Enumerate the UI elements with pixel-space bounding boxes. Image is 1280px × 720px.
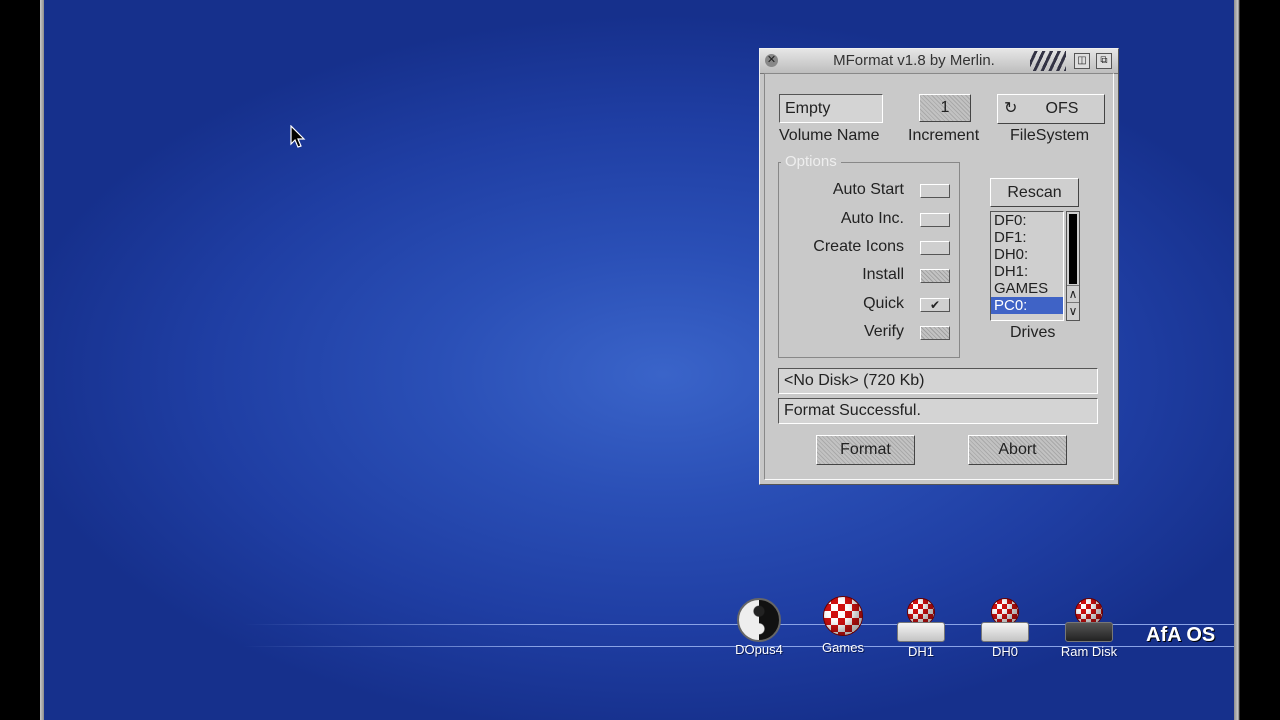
checkbox-verify[interactable] (920, 326, 950, 340)
options-group-title: Options (781, 153, 841, 170)
status-field: Format Successful. (778, 398, 1098, 424)
drive-item-dh0[interactable]: DH0: (991, 246, 1063, 263)
depth-icon[interactable]: ⧉ (1096, 53, 1112, 69)
checkbox-create-icons[interactable] (920, 241, 950, 255)
scrollbar-track[interactable] (1069, 214, 1077, 284)
drives-label: Drives (1010, 324, 1056, 341)
drive-item-games[interactable]: GAMES (991, 280, 1063, 297)
increment-label: Increment (908, 127, 980, 144)
format-button[interactable]: Format (816, 435, 915, 465)
drives-listview[interactable]: DF0: DF1: DH0: DH1: GAMES PC0: (990, 211, 1064, 321)
zoom-icon[interactable]: ◫ (1074, 53, 1090, 69)
desktop-icon-label: DH1 (907, 644, 934, 659)
window-body: Empty Volume Name 1 Increment ↻ OFS File… (764, 73, 1114, 480)
rescan-button[interactable]: Rescan (990, 178, 1079, 207)
desktop-icon-dh1[interactable]: DH1 (886, 598, 956, 659)
drive-item-dh1[interactable]: DH1: (991, 263, 1063, 280)
checkbox-quick[interactable]: ✔ (920, 298, 950, 312)
option-label-quick: Quick (863, 295, 904, 312)
option-label-verify: Verify (863, 323, 904, 340)
scroll-up-arrow-icon[interactable]: ∧ (1067, 285, 1079, 302)
drive-item-df0[interactable]: DF0: (991, 212, 1063, 229)
desktop-icon-label: DH0 (991, 644, 1018, 659)
checkbox-install[interactable] (920, 269, 950, 283)
screen-frame-right (1234, 0, 1280, 720)
window-title: MFormat v1.8 by Merlin. (833, 52, 995, 69)
screen-frame-left (0, 0, 44, 720)
mformat-window: ✕ MFormat v1.8 by Merlin. ◫ ⧉ Empty Volu… (759, 48, 1119, 485)
scroll-down-arrow-icon[interactable]: ∨ (1067, 302, 1079, 319)
yin-yang-icon (737, 598, 781, 642)
disk-info-field: <No Disk> (720 Kb) (778, 368, 1098, 394)
mouse-pointer-icon (290, 125, 306, 148)
afa-os-logo: AfA OS (1146, 624, 1216, 646)
volume-name-label: Volume Name (779, 127, 880, 144)
checkbox-auto-start[interactable] (920, 184, 950, 198)
desktop-icon-label: DOpus4 (735, 642, 783, 657)
checkbox-auto-inc[interactable] (920, 213, 950, 227)
workbench-desktop[interactable]: ✕ MFormat v1.8 by Merlin. ◫ ⧉ Empty Volu… (44, 0, 1234, 720)
increment-field[interactable]: 1 (919, 94, 971, 122)
volume-name-input[interactable]: Empty (779, 94, 883, 123)
option-label-create-icons: Create Icons (813, 238, 904, 255)
desktop-icon-dopus4[interactable]: DOpus4 (724, 598, 794, 657)
filesystem-label: FileSystem (1010, 127, 1090, 144)
filesystem-cycle-button[interactable]: ↻ OFS (997, 94, 1105, 124)
filesystem-value: OFS (1045, 100, 1079, 117)
desktop-icon-games[interactable]: Games (808, 596, 878, 655)
desktop-icon-label: Games (822, 640, 864, 655)
window-titlebar[interactable]: ✕ MFormat v1.8 by Merlin. ◫ ⧉ (760, 49, 1118, 74)
drives-scrollbar[interactable]: ∧ ∨ (1066, 211, 1080, 321)
option-label-auto-start: Auto Start (832, 181, 904, 198)
desktop-icon-ram-disk[interactable]: Ram Disk (1054, 598, 1124, 659)
ramdisk-icon (1065, 622, 1113, 642)
harddisk-icon (897, 622, 945, 642)
desktop-icon-dh0[interactable]: DH0 (970, 598, 1040, 659)
checkmark-icon: ✔ (929, 298, 941, 312)
cycle-icon: ↻ (1004, 100, 1018, 117)
drive-item-pc0[interactable]: PC0: (991, 297, 1063, 314)
titlebar-drag-stripes (1030, 51, 1066, 71)
desktop-icon-label: Ram Disk (1060, 644, 1118, 659)
close-icon[interactable]: ✕ (765, 54, 778, 67)
option-label-auto-inc: Auto Inc. (840, 210, 904, 227)
boing-ball-icon (823, 596, 863, 636)
option-label-install: Install (862, 266, 904, 283)
abort-button[interactable]: Abort (968, 435, 1067, 465)
drive-item-df1[interactable]: DF1: (991, 229, 1063, 246)
harddisk-icon (981, 622, 1029, 642)
